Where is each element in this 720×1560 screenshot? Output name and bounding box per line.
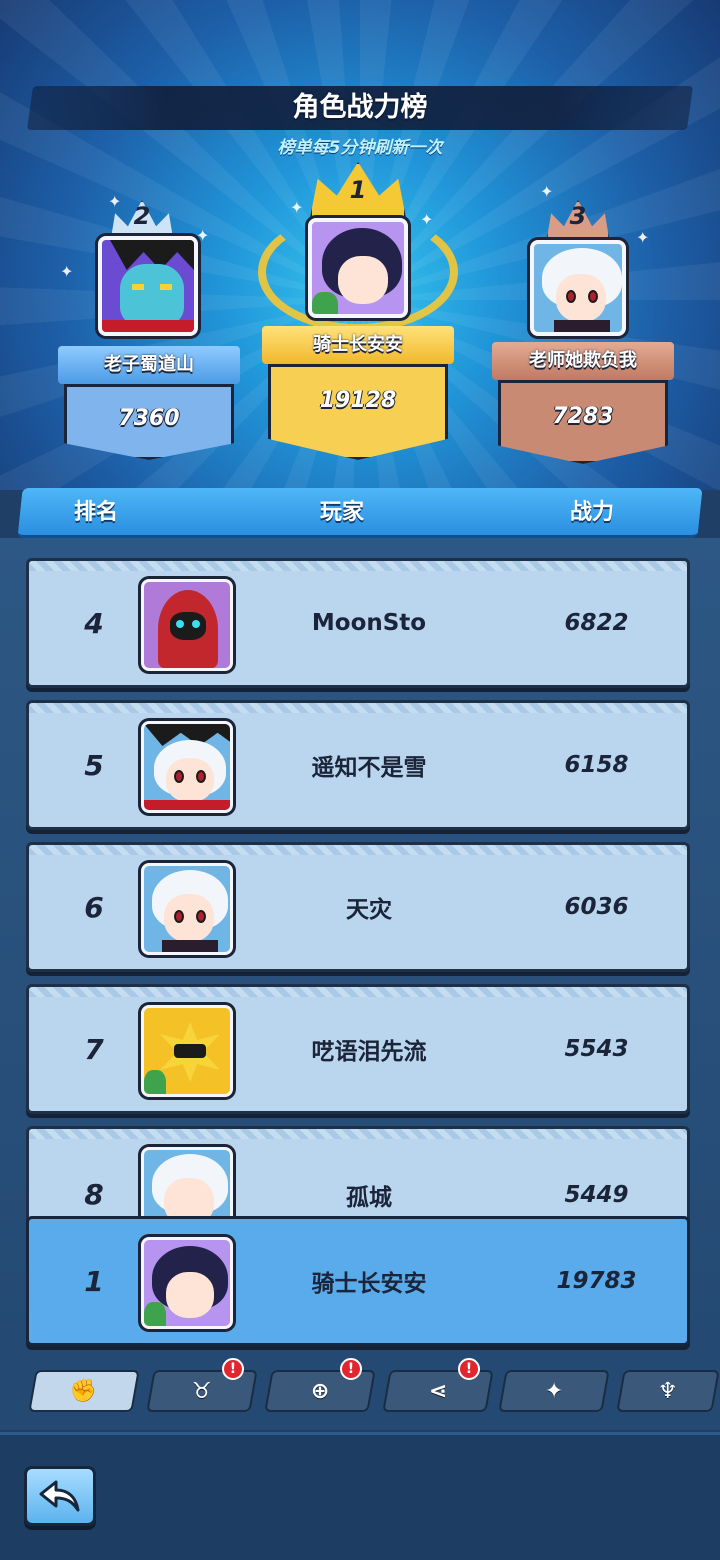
page-title: 角色战力榜 — [292, 92, 428, 123]
column-rank: 排名 — [74, 500, 119, 525]
row-rank: 6 — [84, 890, 104, 924]
horned-helmet-icon: ♉ — [192, 1378, 212, 1404]
palm-tree-icon — [144, 1070, 166, 1094]
player-power: 5543 — [564, 1036, 629, 1062]
avatar[interactable] — [141, 863, 233, 955]
table-row[interactable]: 6 天灾 6036 — [26, 842, 690, 972]
player-power: 19783 — [556, 1268, 637, 1294]
row-rank: 7 — [84, 1032, 104, 1066]
dragon-face-icon — [120, 264, 184, 326]
table-row[interactable]: 5 遥知不是雪 6158 — [26, 700, 690, 830]
palm-tree-icon — [144, 1302, 166, 1326]
row-rank: 4 — [84, 606, 104, 640]
podium-name: 老子蜀道山 — [58, 346, 240, 384]
podium-rank: 3 — [569, 202, 587, 230]
column-player: 玩家 — [320, 500, 365, 525]
podium-name: 骑士长安安 — [262, 326, 454, 364]
player-power: 6036 — [564, 894, 629, 920]
podium-score: 7283 — [552, 404, 614, 429]
my-rank-row[interactable]: 1 骑士长安安 19783 — [26, 1216, 690, 1346]
player-power: 6822 — [564, 610, 629, 636]
podium-name: 老师她欺负我 — [492, 342, 674, 380]
tab-fist[interactable]: ✊ — [28, 1370, 140, 1412]
player-name: 骑士长安安 — [311, 1271, 427, 1297]
row-rank: 5 — [84, 748, 104, 782]
avatar[interactable] — [141, 1237, 233, 1329]
table-row[interactable]: 4 MoonSto 6822 — [26, 558, 690, 688]
shield-icon: ⊕ — [310, 1378, 330, 1404]
alert-badge: ! — [458, 1358, 480, 1380]
player-name: 遥知不是雪 — [311, 755, 427, 781]
footer — [0, 1432, 720, 1560]
podium-score: 19128 — [319, 388, 397, 413]
player-name: 天灾 — [346, 897, 392, 923]
player-name: MoonSto — [311, 610, 427, 636]
fist-icon: ✊ — [70, 1378, 98, 1404]
avatar — [98, 236, 198, 336]
demon-icon: ♆ — [658, 1378, 678, 1404]
alert-badge: ! — [340, 1358, 362, 1380]
table-row[interactable]: 7 呓语泪先流 5543 — [26, 984, 690, 1114]
avatar — [308, 218, 408, 318]
avatar[interactable] — [141, 579, 233, 671]
player-power: 6158 — [564, 752, 629, 778]
player-name: 呓语泪先流 — [311, 1039, 427, 1065]
back-arrow-icon — [39, 1480, 80, 1512]
column-power: 战力 — [570, 500, 615, 525]
share-icon: ⋖ — [428, 1378, 448, 1404]
avatar[interactable] — [141, 1005, 233, 1097]
sparkle-icon: ✦ — [540, 182, 554, 201]
tab-sword[interactable]: ✦ — [498, 1370, 610, 1412]
alert-badge: ! — [222, 1358, 244, 1380]
refresh-note: 榜单每5分钟刷新一次 — [277, 138, 443, 158]
podium-third[interactable]: 3 老师她欺负我 7283 — [492, 200, 674, 470]
avatar — [530, 240, 626, 336]
palm-tree-icon — [312, 292, 338, 314]
podium-second[interactable]: 2 老子蜀道山 7360 — [58, 200, 240, 460]
back-button[interactable] — [24, 1466, 96, 1526]
podium-rank: 2 — [133, 202, 151, 230]
row-rank: 1 — [84, 1264, 104, 1298]
podium-score: 7360 — [118, 406, 180, 431]
podium-rank: 1 — [349, 176, 367, 204]
avatar[interactable] — [141, 721, 233, 813]
podium-first[interactable]: 1 骑士长安安 19128 — [258, 162, 458, 462]
tab-demon[interactable]: ♆ — [616, 1370, 720, 1412]
table-row[interactable]: 8 孤城 5449 — [26, 1126, 690, 1239]
sword-icon: ✦ — [544, 1378, 564, 1404]
